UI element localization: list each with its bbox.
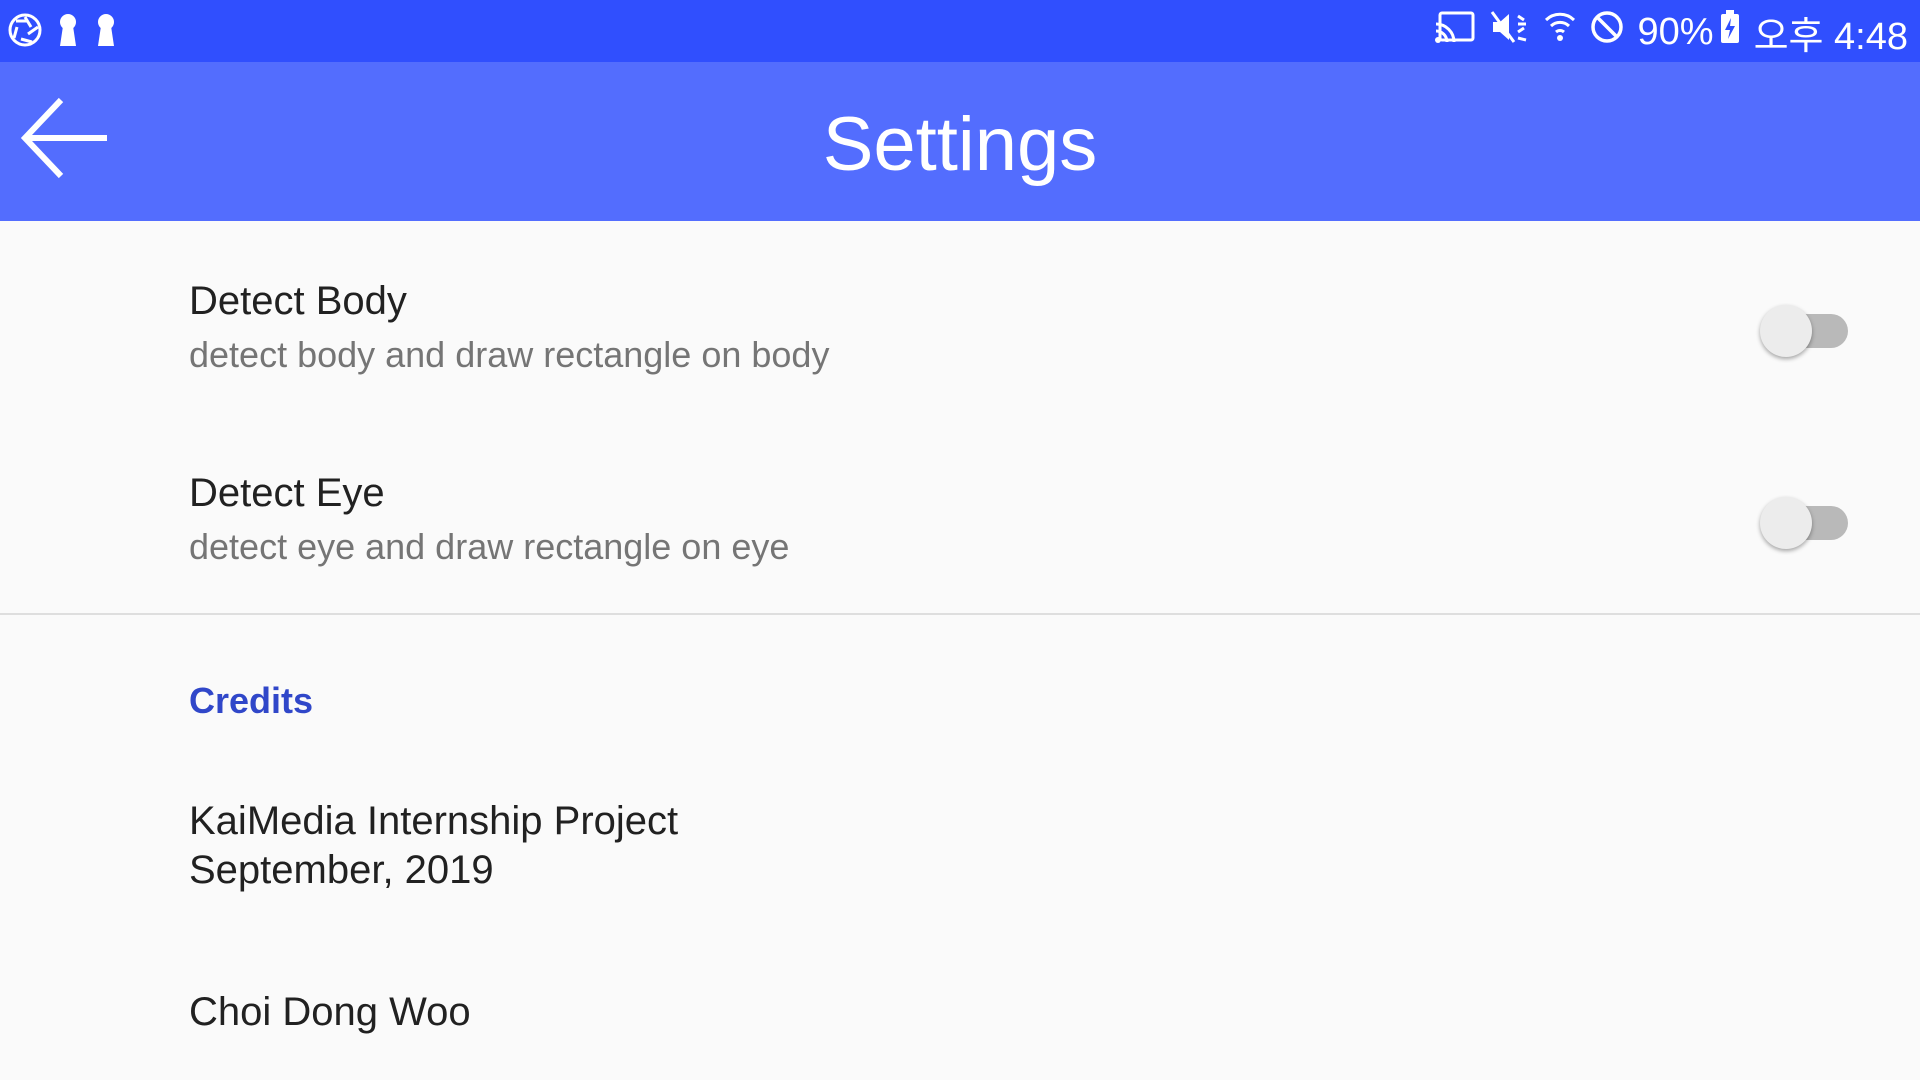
switch-thumb — [1760, 305, 1812, 357]
status-time: 오후 4:48 — [1753, 15, 1908, 58]
status-bar: 90% 오후 4:48 — [0, 0, 1920, 62]
keyhole-icon — [56, 12, 80, 53]
switch-thumb — [1760, 497, 1812, 549]
pref-detect-body[interactable]: Detect Body detect body and draw rectang… — [0, 221, 1920, 412]
pref-detect-eye[interactable]: Detect Eye detect eye and draw rectangle… — [0, 413, 1920, 608]
pref-title: Detect Body — [189, 279, 407, 323]
credit-project-item[interactable]: KaiMedia Internship Project September, 2… — [0, 775, 1920, 925]
pref-summary: detect body and draw rectangle on body — [189, 334, 830, 375]
do-not-disturb-icon — [1590, 10, 1624, 54]
pref-summary: detect eye and draw rectangle on eye — [189, 526, 790, 567]
detect-eye-switch[interactable] — [1760, 489, 1848, 549]
status-left-icons — [8, 12, 132, 52]
keyhole-icon — [94, 12, 118, 53]
wifi-icon — [1544, 10, 1576, 54]
app-bar: Settings — [0, 62, 1920, 221]
credits-category-title: Credits — [189, 680, 314, 721]
page-title: Settings — [822, 102, 1098, 187]
camera-shutter-icon — [8, 13, 42, 52]
battery-percent: 90% — [1637, 10, 1714, 53]
credit-author-item[interactable]: Choi Dong Woo — [0, 960, 1920, 1080]
credit-project-line2: September, 2019 — [189, 848, 494, 892]
detect-body-switch[interactable] — [1760, 297, 1848, 357]
mute-icon — [1490, 10, 1530, 54]
credit-project-line1: KaiMedia Internship Project — [189, 799, 679, 843]
status-right-icons: 90% 오후 4:48 — [1434, 8, 1908, 58]
pref-title: Detect Eye — [189, 471, 385, 515]
section-divider — [0, 613, 1920, 615]
cast-icon — [1434, 10, 1476, 54]
battery-charging-icon — [1720, 10, 1740, 54]
credit-author: Choi Dong Woo — [189, 990, 471, 1034]
